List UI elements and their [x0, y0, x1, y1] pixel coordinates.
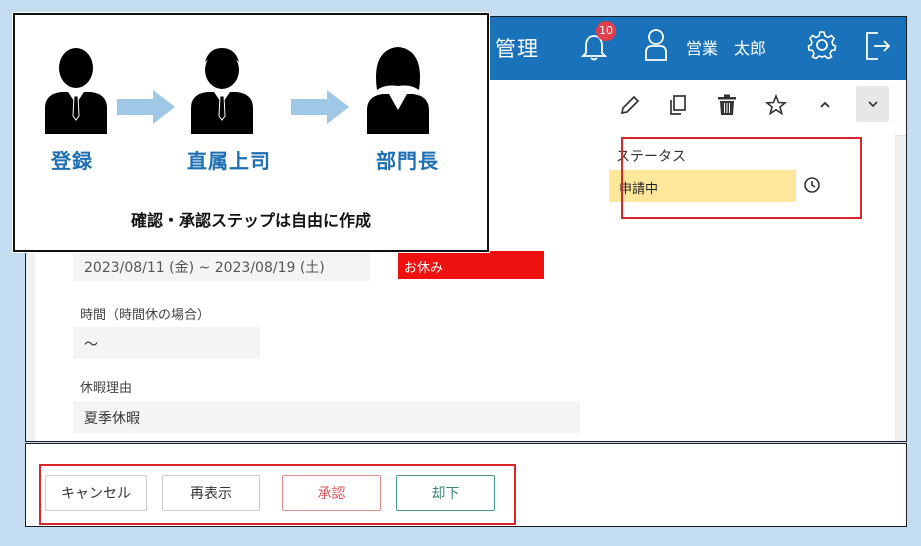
status-highlight — [621, 137, 862, 219]
user-name[interactable]: 営業 太郎 — [686, 35, 766, 59]
person-female-icon — [367, 47, 429, 134]
arrow-right-icon — [291, 90, 349, 124]
role-department-head: 部門長 — [376, 149, 439, 173]
app-title: 管理 — [495, 37, 539, 61]
role-register: 登録 — [51, 149, 93, 173]
star-icon[interactable] — [763, 92, 789, 118]
user-icon[interactable] — [644, 28, 668, 62]
period-value: 2023/08/11 (金) ~ 2023/08/19 (土) — [84, 260, 325, 276]
callout-caption: 確認・承認ステップは自由に作成 — [130, 211, 371, 230]
person-male-icon — [45, 48, 107, 134]
logout-icon[interactable] — [864, 31, 892, 61]
notification-badge: 10 — [596, 21, 616, 41]
copy-icon[interactable] — [665, 92, 691, 118]
reason-label: 休暇理由 — [80, 381, 133, 396]
trash-icon[interactable] — [714, 92, 740, 118]
role-supervisor: 直属上司 — [187, 149, 271, 173]
leave-type-badge: お休み — [398, 251, 544, 279]
leave-type-value: お休み — [404, 261, 444, 276]
approval-flow-callout: 登録 直属上司 部門長 確認・承認ステップは自由に作成 — [13, 13, 489, 252]
time-label: 時間（時間休の場合） — [80, 308, 211, 323]
gear-icon[interactable] — [806, 29, 838, 61]
arrow-right-icon — [117, 90, 175, 124]
actions-highlight — [39, 464, 516, 525]
chevron-down-icon — [867, 101, 878, 108]
person-boss-icon — [191, 48, 253, 134]
time-field — [73, 327, 260, 359]
pencil-icon[interactable] — [617, 92, 643, 118]
chevron-up-icon[interactable] — [812, 92, 838, 118]
collapse-button[interactable] — [856, 86, 889, 122]
reason-value: 夏季休暇 — [84, 411, 140, 427]
reason-field — [73, 401, 580, 433]
time-value: ～ — [84, 337, 98, 353]
